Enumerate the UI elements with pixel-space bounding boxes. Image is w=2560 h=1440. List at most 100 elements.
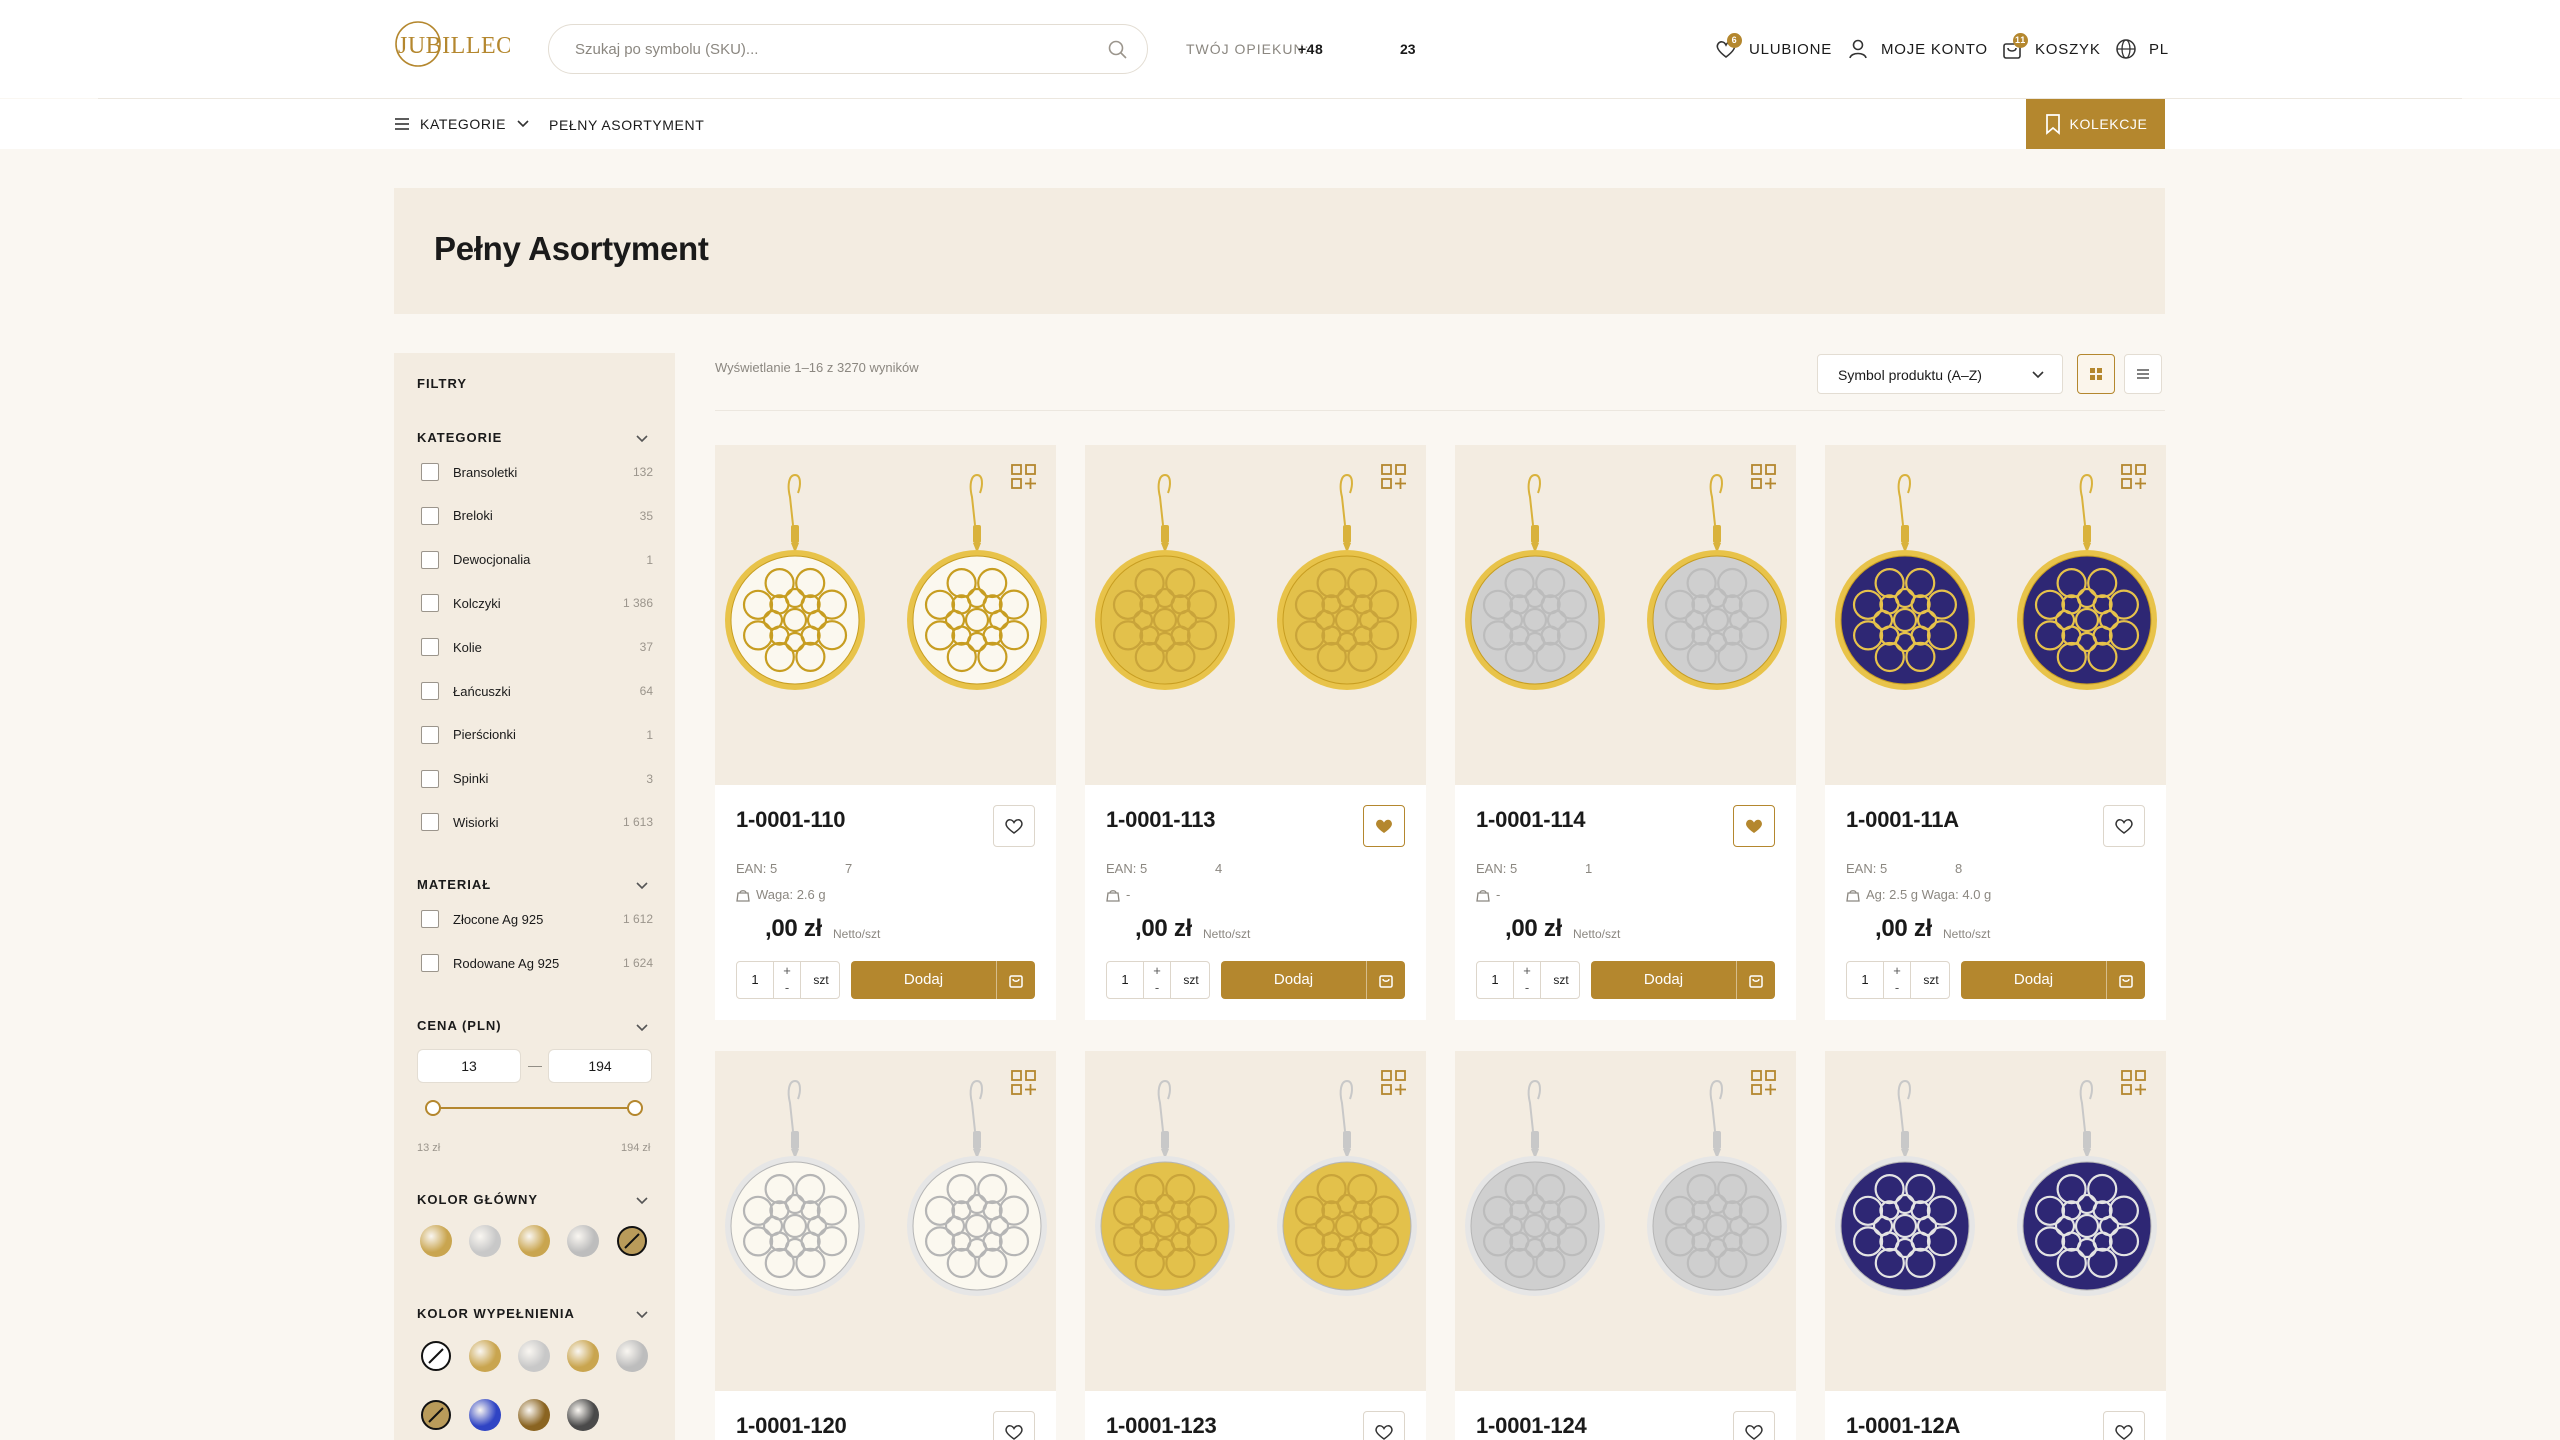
quantity-value[interactable]: 1 (737, 962, 773, 998)
product-image[interactable] (1085, 445, 1426, 785)
chevron-down-icon[interactable] (635, 1310, 649, 1320)
add-to-cart-button[interactable]: Dodaj (1591, 961, 1775, 999)
checkbox[interactable] (421, 725, 439, 744)
fill-color-swatch[interactable] (469, 1399, 501, 1431)
favorite-button[interactable] (993, 805, 1035, 847)
checkbox[interactable] (421, 550, 439, 569)
checkbox[interactable] (421, 813, 439, 832)
quantity-stepper[interactable]: 1 + - szt (736, 961, 840, 999)
categories-menu[interactable]: KATEGORIE (394, 113, 530, 135)
favorite-button[interactable] (1363, 1411, 1405, 1440)
add-to-cart-button[interactable]: Dodaj (1961, 961, 2145, 999)
quantity-stepper[interactable]: 1 + - szt (1846, 961, 1950, 999)
quantity-plus-minus[interactable]: + - (1143, 962, 1171, 998)
price-max-input[interactable]: 194 (548, 1049, 652, 1083)
price-slider-max-handle[interactable] (627, 1100, 643, 1116)
product-card[interactable]: 1-0001-124 (1455, 1051, 1796, 1440)
filter-category-7[interactable]: Spinki 3 (421, 769, 653, 788)
sort-select[interactable]: Symbol produktu (A–Z) (1817, 354, 2063, 394)
cart-icon[interactable] (1736, 961, 1775, 999)
checkbox[interactable] (421, 910, 439, 928)
main-color-swatch[interactable] (567, 1225, 599, 1257)
checkbox[interactable] (421, 769, 439, 788)
price-min-input[interactable]: 13 (417, 1049, 521, 1083)
add-to-compare-icon[interactable] (1380, 463, 1408, 491)
favorite-button[interactable] (2103, 1411, 2145, 1440)
product-image[interactable] (1825, 1051, 2166, 1391)
account-manager-phone[interactable]: +48 (1298, 41, 1323, 57)
chevron-down-icon[interactable] (635, 1023, 649, 1033)
product-card[interactable]: 1-0001-123 (1085, 1051, 1426, 1440)
product-card[interactable]: 1-0001-12A (1825, 1051, 2166, 1440)
filter-category-1[interactable]: Breloki 35 (421, 506, 653, 525)
quantity-plus-minus[interactable]: + - (773, 962, 801, 998)
price-slider-min-handle[interactable] (425, 1100, 441, 1116)
chevron-down-icon[interactable] (635, 1196, 649, 1206)
product-card[interactable]: 1-0001-113 EAN: 5 4 - ,00 zł Netto/szt 1… (1085, 445, 1426, 1020)
product-image[interactable] (1825, 445, 2166, 785)
filter-category-2[interactable]: Dewocjonalia 1 (421, 550, 653, 569)
product-card[interactable]: 1-0001-120 (715, 1051, 1056, 1440)
chevron-down-icon[interactable] (635, 881, 649, 891)
search-input[interactable]: Szukaj po symbolu (SKU)... (548, 24, 1148, 74)
main-color-swatch[interactable] (420, 1225, 452, 1257)
quantity-plus-minus[interactable]: + - (1513, 962, 1541, 998)
product-sku[interactable]: 1-0001-123 (1106, 1413, 1217, 1439)
filter-category-0[interactable]: Bransoletki 132 (421, 463, 653, 481)
nav-full-range-link[interactable]: PEŁNY ASORTYMENT (549, 117, 704, 133)
chevron-down-icon[interactable] (635, 434, 649, 444)
fill-color-swatch[interactable] (420, 1399, 452, 1431)
checkbox[interactable] (421, 682, 439, 700)
fill-color-swatch[interactable] (420, 1340, 452, 1372)
language-selector[interactable]: PL (2113, 34, 2169, 64)
favorite-button[interactable] (993, 1411, 1035, 1440)
checkbox[interactable] (421, 506, 439, 525)
product-image[interactable] (1085, 1051, 1426, 1391)
checkbox[interactable] (421, 463, 439, 481)
cart-link[interactable]: 11 KOSZYK (1999, 33, 2101, 64)
cart-icon[interactable] (996, 961, 1035, 999)
quantity-value[interactable]: 1 (1107, 962, 1143, 998)
checkbox[interactable] (421, 594, 439, 613)
fill-color-swatch[interactable] (567, 1340, 599, 1372)
product-sku[interactable]: 1-0001-12A (1846, 1413, 1960, 1439)
quantity-value[interactable]: 1 (1847, 962, 1883, 998)
product-image[interactable] (1455, 1051, 1796, 1391)
main-color-swatch[interactable] (518, 1225, 550, 1257)
product-card[interactable]: 1-0001-114 EAN: 5 1 - ,00 zł Netto/szt 1… (1455, 445, 1796, 1020)
product-sku[interactable]: 1-0001-124 (1476, 1413, 1587, 1439)
product-sku[interactable]: 1-0001-120 (736, 1413, 847, 1439)
account-manager-phone-end[interactable]: 23 (1400, 41, 1416, 57)
fill-color-swatch[interactable] (518, 1399, 550, 1431)
quantity-plus-minus[interactable]: + - (1883, 962, 1911, 998)
filter-material-0[interactable]: Złocone Ag 925 1 612 (421, 910, 653, 928)
quantity-stepper[interactable]: 1 + - szt (1106, 961, 1210, 999)
grid-view-button[interactable] (2077, 354, 2115, 394)
product-image[interactable] (715, 1051, 1056, 1391)
main-color-swatch[interactable] (616, 1225, 648, 1257)
add-to-compare-icon[interactable] (1010, 463, 1038, 491)
add-to-compare-icon[interactable] (1010, 1069, 1038, 1097)
filter-category-6[interactable]: Pierścionki 1 (421, 725, 653, 744)
add-to-cart-button[interactable]: Dodaj (1221, 961, 1405, 999)
filter-category-3[interactable]: Kolczyki 1 386 (421, 594, 653, 613)
fill-color-swatch[interactable] (518, 1340, 550, 1372)
favorite-button[interactable] (2103, 805, 2145, 847)
product-sku[interactable]: 1-0001-114 (1476, 807, 1586, 833)
fill-color-swatch[interactable] (616, 1340, 648, 1372)
filter-category-8[interactable]: Wisiorki 1 613 (421, 813, 653, 832)
filter-category-5[interactable]: Łańcuszki 64 (421, 682, 653, 700)
main-color-swatch[interactable] (469, 1225, 501, 1257)
collections-button[interactable]: KOLEKCJE (2026, 99, 2165, 149)
logo[interactable]: JUBILLEO (394, 18, 513, 70)
account-link[interactable]: MOJE KONTO (1845, 34, 1988, 64)
product-image[interactable] (1455, 445, 1796, 785)
product-sku[interactable]: 1-0001-110 (736, 807, 846, 833)
checkbox[interactable] (421, 954, 439, 972)
filter-material-1[interactable]: Rodowane Ag 925 1 624 (421, 954, 653, 972)
search-icon[interactable] (1107, 39, 1129, 61)
favorite-button[interactable] (1733, 1411, 1775, 1440)
add-to-cart-button[interactable]: Dodaj (851, 961, 1035, 999)
list-view-button[interactable] (2124, 354, 2162, 394)
product-sku[interactable]: 1-0001-113 (1106, 807, 1216, 833)
